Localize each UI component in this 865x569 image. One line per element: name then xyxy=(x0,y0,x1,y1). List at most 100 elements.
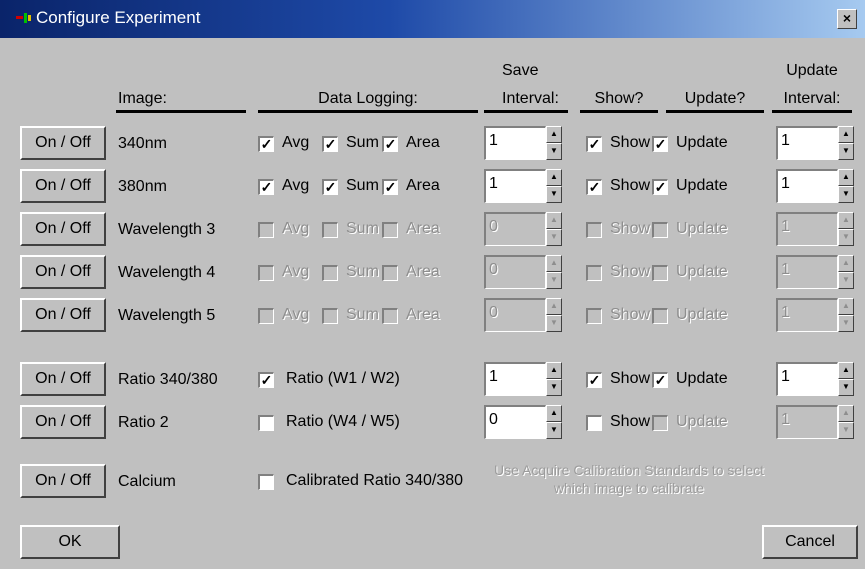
avg-checkbox[interactable] xyxy=(258,308,274,324)
on-off-button-ratio-1[interactable]: On / Off xyxy=(20,362,106,396)
spin-down-icon[interactable]: ▼ xyxy=(546,272,562,289)
spin-down-icon[interactable]: ▼ xyxy=(838,315,854,332)
sum-checkbox[interactable] xyxy=(322,265,338,281)
calibrated-ratio-checkbox[interactable] xyxy=(258,474,274,490)
spin-up-icon[interactable]: ▲ xyxy=(546,169,562,186)
update-interval-spinner-arrows[interactable]: ▲ ▼ xyxy=(838,405,854,439)
show-checkbox[interactable] xyxy=(586,265,602,281)
update-interval-spinner-field[interactable]: 1 xyxy=(776,126,838,160)
on-off-button-row-1[interactable]: On / Off xyxy=(20,126,106,160)
save-interval-spinner-arrows[interactable]: ▲ ▼ xyxy=(546,298,562,332)
on-off-button-calcium[interactable]: On / Off xyxy=(20,464,106,498)
save-interval-spinner-arrows[interactable]: ▲ ▼ xyxy=(546,169,562,203)
avg-checkbox[interactable] xyxy=(258,222,274,238)
save-interval-spinner-field[interactable]: 1 xyxy=(484,126,546,160)
update-checkbox[interactable] xyxy=(652,308,668,324)
update-interval-spinner-arrows[interactable]: ▲ ▼ xyxy=(838,169,854,203)
ratio-checkbox[interactable] xyxy=(258,415,274,431)
update-interval-spinner-field[interactable]: 1 xyxy=(776,362,838,396)
spin-up-icon[interactable]: ▲ xyxy=(838,169,854,186)
save-interval-spinner-field[interactable]: 0 xyxy=(484,212,546,246)
save-interval-spinner-arrows[interactable]: ▲ ▼ xyxy=(546,212,562,246)
spin-up-icon[interactable]: ▲ xyxy=(546,255,562,272)
save-interval-spinner[interactable]: 1 ▲ ▼ xyxy=(484,126,564,160)
spin-up-icon[interactable]: ▲ xyxy=(838,255,854,272)
save-interval-spinner[interactable]: 0 ▲ ▼ xyxy=(484,255,564,289)
show-checkbox[interactable] xyxy=(586,222,602,238)
sum-checkbox[interactable]: ✓ xyxy=(322,179,338,195)
spin-up-icon[interactable]: ▲ xyxy=(546,405,562,422)
spin-down-icon[interactable]: ▼ xyxy=(838,186,854,203)
save-interval-spinner-arrows[interactable]: ▲ ▼ xyxy=(546,362,562,396)
spin-down-icon[interactable]: ▼ xyxy=(838,422,854,439)
save-interval-spinner-field[interactable]: 0 xyxy=(484,255,546,289)
update-interval-spinner-arrows[interactable]: ▲ ▼ xyxy=(838,362,854,396)
update-interval-spinner[interactable]: 1 ▲ ▼ xyxy=(776,212,856,246)
sum-checkbox[interactable] xyxy=(322,222,338,238)
update-interval-spinner-arrows[interactable]: ▲ ▼ xyxy=(838,298,854,332)
spin-up-icon[interactable]: ▲ xyxy=(838,405,854,422)
save-interval-spinner-arrows[interactable]: ▲ ▼ xyxy=(546,255,562,289)
ok-button[interactable]: OK xyxy=(20,525,120,559)
show-checkbox[interactable] xyxy=(586,415,602,431)
spin-down-icon[interactable]: ▼ xyxy=(546,379,562,396)
update-interval-spinner-field[interactable]: 1 xyxy=(776,298,838,332)
spin-down-icon[interactable]: ▼ xyxy=(546,143,562,160)
show-checkbox[interactable] xyxy=(586,308,602,324)
save-interval-spinner-field[interactable]: 0 xyxy=(484,298,546,332)
save-interval-spinner[interactable]: 0 ▲ ▼ xyxy=(484,212,564,246)
avg-checkbox[interactable]: ✓ xyxy=(258,136,274,152)
update-interval-spinner[interactable]: 1 ▲ ▼ xyxy=(776,298,856,332)
sum-checkbox[interactable]: ✓ xyxy=(322,136,338,152)
update-checkbox[interactable] xyxy=(652,222,668,238)
save-interval-spinner-field[interactable]: 1 xyxy=(484,169,546,203)
save-interval-spinner-field[interactable]: 0 xyxy=(484,405,546,439)
sum-checkbox[interactable] xyxy=(322,308,338,324)
update-interval-spinner[interactable]: 1 ▲ ▼ xyxy=(776,169,856,203)
spin-down-icon[interactable]: ▼ xyxy=(838,272,854,289)
update-interval-spinner-field[interactable]: 1 xyxy=(776,255,838,289)
update-interval-spinner-arrows[interactable]: ▲ ▼ xyxy=(838,255,854,289)
spin-up-icon[interactable]: ▲ xyxy=(546,126,562,143)
spin-up-icon[interactable]: ▲ xyxy=(546,298,562,315)
update-interval-spinner-field[interactable]: 1 xyxy=(776,212,838,246)
spin-down-icon[interactable]: ▼ xyxy=(838,143,854,160)
spin-up-icon[interactable]: ▲ xyxy=(546,362,562,379)
on-off-button-row-2[interactable]: On / Off xyxy=(20,169,106,203)
show-checkbox[interactable]: ✓ xyxy=(586,136,602,152)
spin-up-icon[interactable]: ▲ xyxy=(838,126,854,143)
area-checkbox[interactable]: ✓ xyxy=(382,179,398,195)
save-interval-spinner-arrows[interactable]: ▲ ▼ xyxy=(546,126,562,160)
update-checkbox[interactable]: ✓ xyxy=(652,179,668,195)
spin-down-icon[interactable]: ▼ xyxy=(546,186,562,203)
update-interval-spinner-field[interactable]: 1 xyxy=(776,169,838,203)
update-interval-spinner-arrows[interactable]: ▲ ▼ xyxy=(838,212,854,246)
spin-up-icon[interactable]: ▲ xyxy=(838,362,854,379)
on-off-button-ratio-2[interactable]: On / Off xyxy=(20,405,106,439)
update-interval-spinner[interactable]: 1 ▲ ▼ xyxy=(776,362,856,396)
area-checkbox[interactable] xyxy=(382,308,398,324)
spin-up-icon[interactable]: ▲ xyxy=(838,298,854,315)
update-checkbox[interactable] xyxy=(652,415,668,431)
show-checkbox[interactable]: ✓ xyxy=(586,179,602,195)
update-interval-spinner[interactable]: 1 ▲ ▼ xyxy=(776,126,856,160)
on-off-button-row-5[interactable]: On / Off xyxy=(20,298,106,332)
update-interval-spinner[interactable]: 1 ▲ ▼ xyxy=(776,405,856,439)
spin-down-icon[interactable]: ▼ xyxy=(546,229,562,246)
close-button[interactable]: × xyxy=(837,9,857,29)
save-interval-spinner[interactable]: 0 ▲ ▼ xyxy=(484,405,564,439)
on-off-button-row-4[interactable]: On / Off xyxy=(20,255,106,289)
save-interval-spinner[interactable]: 0 ▲ ▼ xyxy=(484,298,564,332)
avg-checkbox[interactable] xyxy=(258,265,274,281)
cancel-button[interactable]: Cancel xyxy=(762,525,858,559)
avg-checkbox[interactable]: ✓ xyxy=(258,179,274,195)
update-checkbox[interactable]: ✓ xyxy=(652,136,668,152)
save-interval-spinner-field[interactable]: 1 xyxy=(484,362,546,396)
ratio-checkbox[interactable]: ✓ xyxy=(258,372,274,388)
update-interval-spinner-field[interactable]: 1 xyxy=(776,405,838,439)
area-checkbox[interactable]: ✓ xyxy=(382,136,398,152)
update-interval-spinner-arrows[interactable]: ▲ ▼ xyxy=(838,126,854,160)
on-off-button-row-3[interactable]: On / Off xyxy=(20,212,106,246)
save-interval-spinner[interactable]: 1 ▲ ▼ xyxy=(484,362,564,396)
update-checkbox[interactable]: ✓ xyxy=(652,372,668,388)
